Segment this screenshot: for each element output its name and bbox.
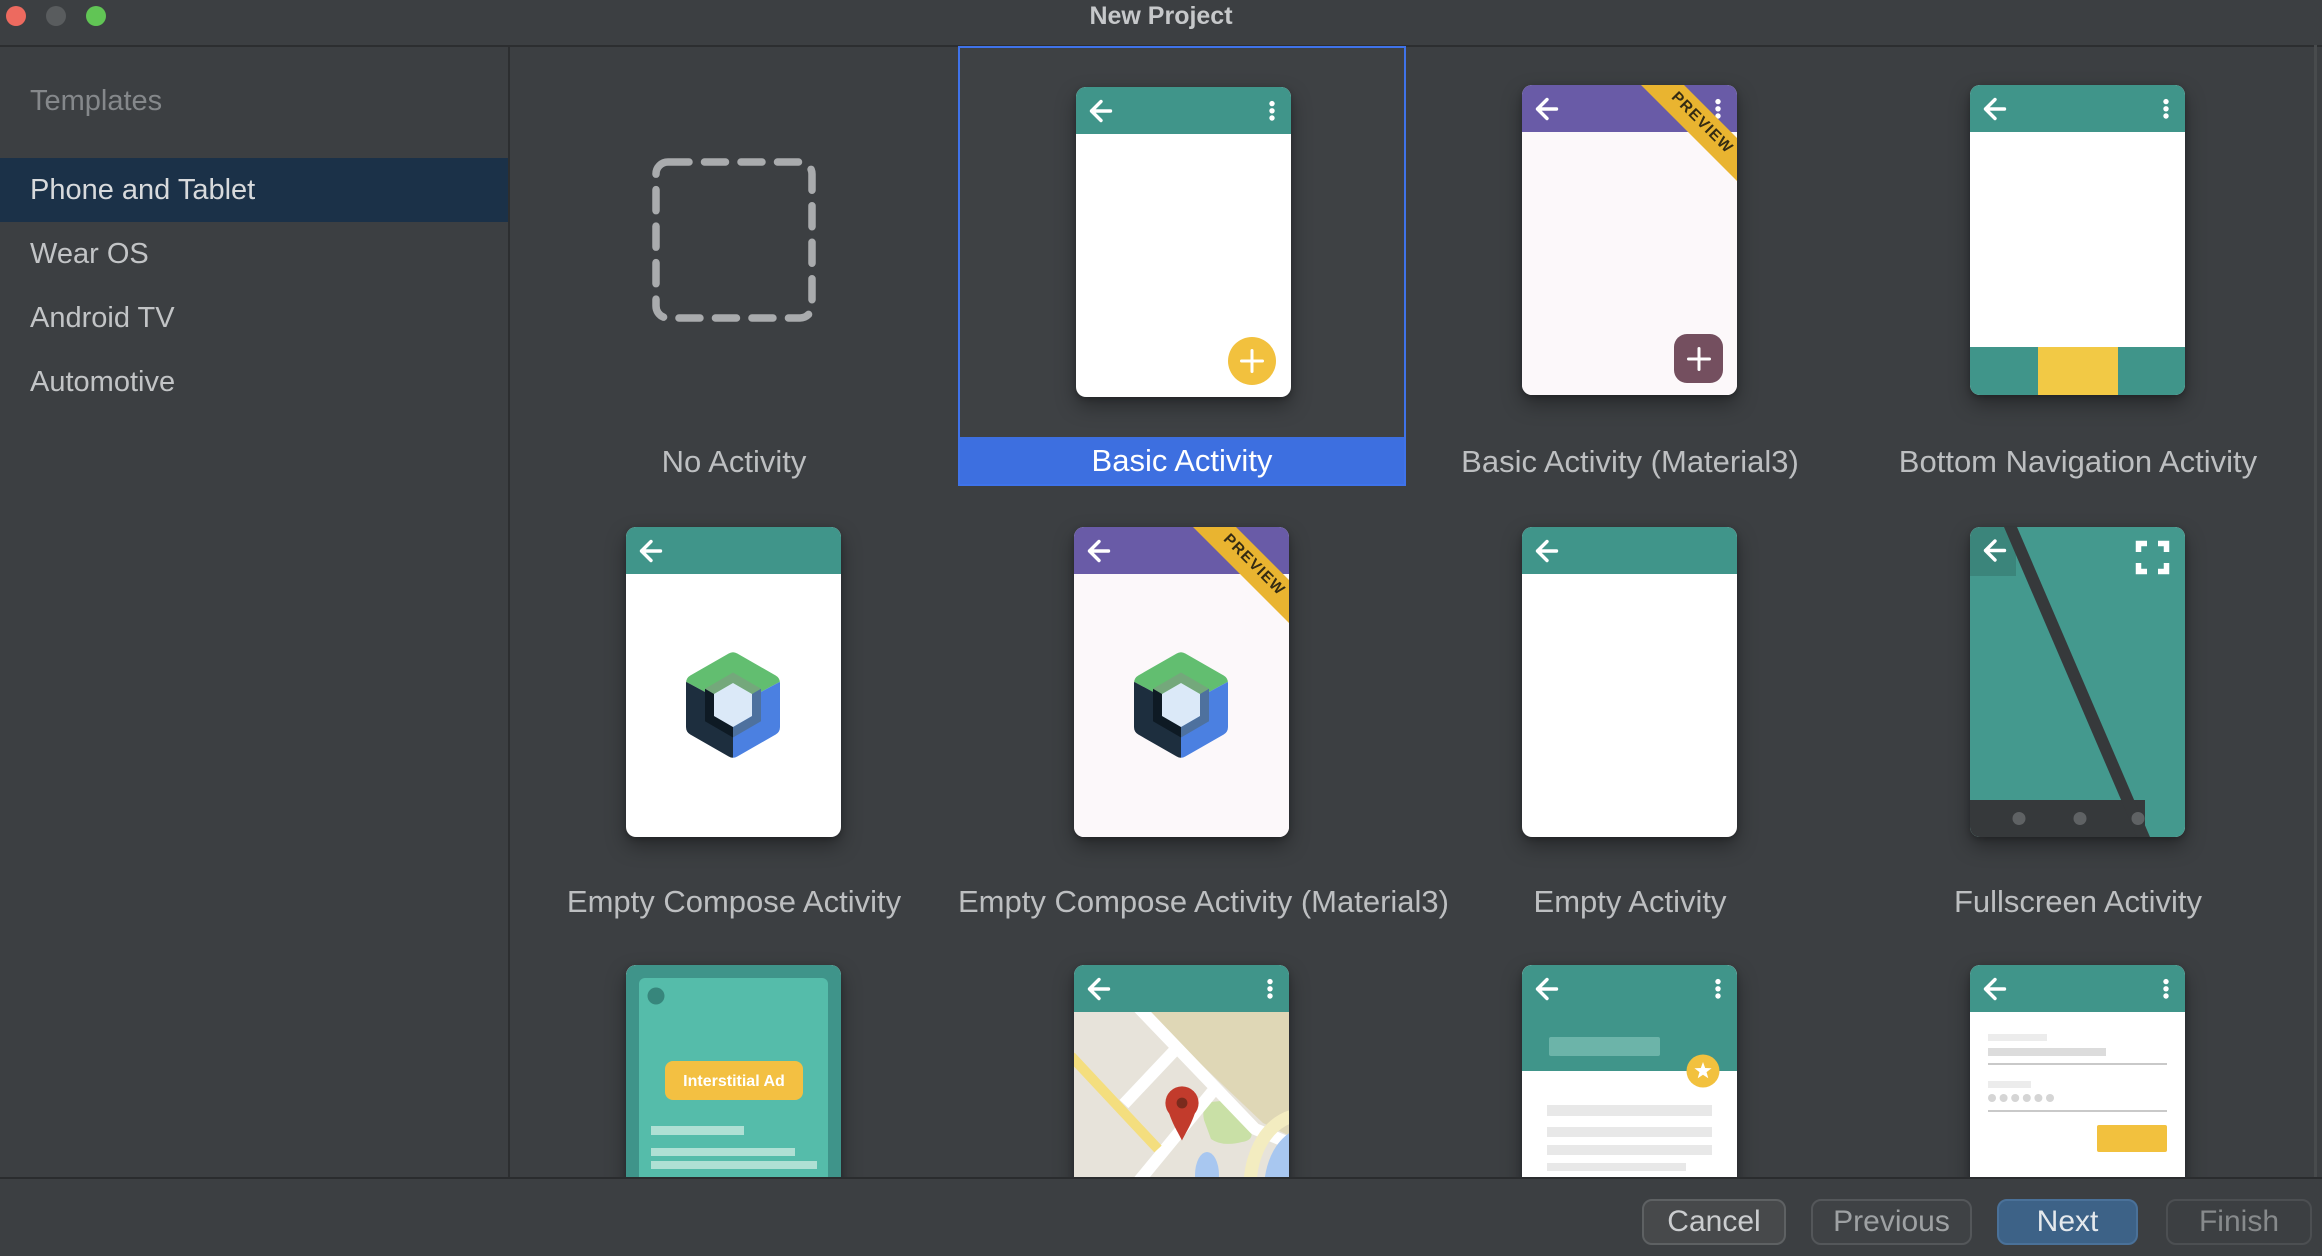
svg-text:Interstitial Ad: Interstitial Ad [683, 1073, 785, 1090]
svg-text:PREVIEW: PREVIEW [1668, 89, 1737, 158]
svg-text:PREVIEW: PREVIEW [1220, 531, 1289, 600]
